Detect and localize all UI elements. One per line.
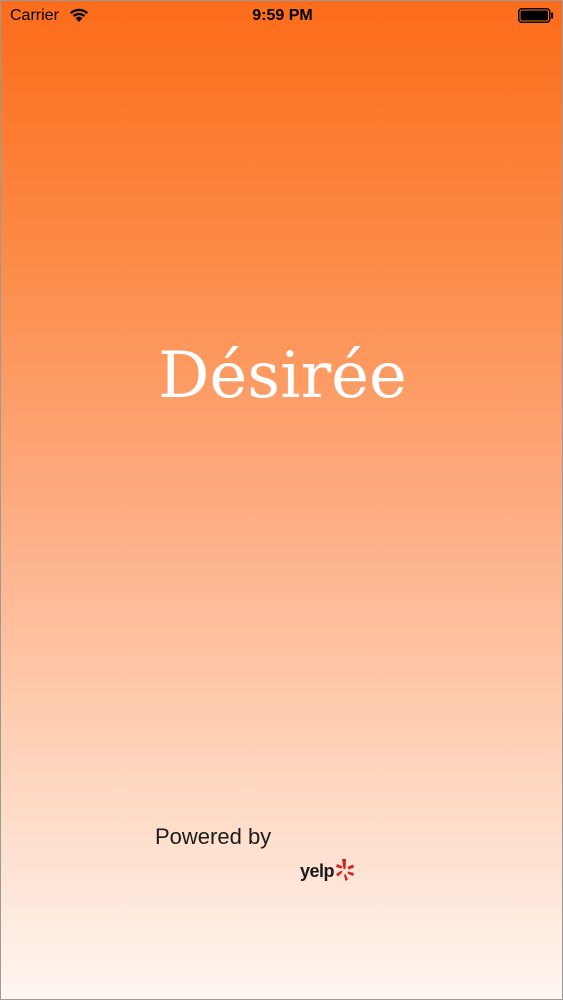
splash-screen: Carrier 9:59 PM Désirée Powered by yelp <box>0 0 563 1000</box>
status-bar: Carrier 9:59 PM <box>1 1 562 31</box>
status-time: 9:59 PM <box>252 7 313 24</box>
battery-icon <box>518 8 554 23</box>
app-title: Désirée <box>158 339 407 413</box>
yelp-burst-icon <box>336 859 355 881</box>
yelp-logo: yelp <box>300 856 355 886</box>
powered-by-label: Powered by <box>155 824 272 849</box>
yelp-logo-text: yelp <box>300 860 335 881</box>
